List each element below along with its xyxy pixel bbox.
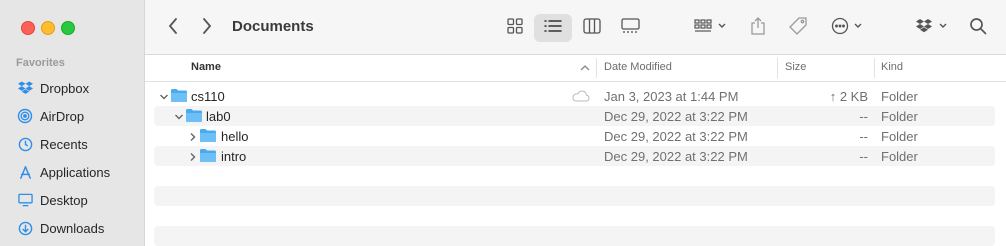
ellipsis-circle-icon: [831, 17, 863, 40]
empty-row: [154, 206, 995, 226]
table-row[interactable]: cs110 Jan 3, 2023 at 1:44 PM ↑ 2 KB Fold…: [154, 86, 995, 106]
disclosure-chevron-down-icon[interactable]: [174, 110, 184, 120]
column-size[interactable]: Size: [785, 61, 806, 73]
icloud-icon: [572, 90, 590, 105]
row-date-modified: Dec 29, 2022 at 3:22 PM: [604, 109, 748, 124]
column-name[interactable]: Name: [191, 61, 221, 73]
folder-icon: [199, 148, 217, 163]
sidebar-item-downloads[interactable]: Downloads: [17, 216, 141, 240]
row-size: --: [859, 129, 868, 144]
gallery-view-button[interactable]: [615, 14, 645, 42]
list-icon: [544, 19, 562, 38]
desktop-icon: [17, 192, 33, 208]
row-date-modified: Dec 29, 2022 at 3:22 PM: [604, 149, 748, 164]
row-name: lab0: [206, 109, 231, 124]
clock-icon: [17, 136, 33, 152]
table-row[interactable]: lab0 Dec 29, 2022 at 3:22 PM -- Folder: [154, 106, 995, 126]
action-menu-button[interactable]: [829, 14, 865, 42]
sidebar-item-label: Downloads: [40, 220, 105, 236]
share-button[interactable]: [746, 14, 770, 42]
column-divider[interactable]: [596, 58, 597, 78]
columns-icon: [583, 17, 601, 39]
sidebar-item-label: Recents: [40, 136, 88, 152]
row-kind: Folder: [881, 89, 918, 104]
group-grid-icon: [694, 18, 726, 38]
dropbox-menu-button[interactable]: [913, 14, 951, 42]
table-row[interactable]: hello Dec 29, 2022 at 3:22 PM -- Folder: [154, 126, 995, 146]
airdrop-icon: [17, 108, 33, 124]
column-divider[interactable]: [874, 58, 875, 78]
row-name: cs110: [191, 89, 225, 104]
chevron-left-icon: [168, 17, 178, 39]
toolbar: Documents: [145, 0, 1006, 55]
folder-icon: [199, 128, 217, 143]
list-view-button[interactable]: [534, 14, 572, 42]
finder-window: Favorites Dropbox AirDrop Recents Applic…: [0, 0, 1006, 246]
empty-row: [154, 226, 995, 246]
chevron-right-icon: [202, 17, 212, 39]
zoom-window-button[interactable]: [61, 21, 75, 35]
column-divider[interactable]: [777, 58, 778, 78]
search-icon: [969, 17, 987, 40]
minimize-window-button[interactable]: [41, 21, 55, 35]
grid-icon: [507, 17, 523, 39]
disclosure-chevron-down-icon[interactable]: [159, 90, 169, 100]
sidebar: Favorites Dropbox AirDrop Recents Applic…: [0, 0, 145, 246]
column-view-button[interactable]: [577, 14, 607, 42]
close-window-button[interactable]: [21, 21, 35, 35]
row-kind: Folder: [881, 109, 918, 124]
search-button[interactable]: [965, 14, 991, 42]
sidebar-item-label: Applications: [40, 164, 111, 180]
disclosure-chevron-right-icon[interactable]: [188, 150, 198, 161]
row-name: intro: [221, 149, 247, 164]
dropbox-icon: [915, 18, 949, 39]
sidebar-item-label: Dropbox: [40, 80, 90, 96]
forward-button[interactable]: [197, 14, 217, 42]
folder-icon: [185, 108, 203, 123]
share-icon: [750, 16, 766, 40]
row-size: --: [859, 109, 868, 124]
applications-icon: [17, 164, 33, 180]
back-button[interactable]: [163, 14, 183, 42]
sort-chevron-up-icon: [580, 62, 590, 74]
sidebar-item-dropbox[interactable]: Dropbox: [17, 76, 141, 100]
column-kind[interactable]: Kind: [881, 61, 903, 73]
disclosure-chevron-right-icon[interactable]: [188, 130, 198, 141]
gallery-icon: [620, 17, 640, 39]
table-row[interactable]: intro Dec 29, 2022 at 3:22 PM -- Folder: [154, 146, 995, 166]
row-name: hello: [221, 129, 249, 144]
empty-row: [154, 166, 995, 186]
sidebar-item-label: Desktop: [40, 192, 88, 208]
row-kind: Folder: [881, 149, 918, 164]
folder-icon: [170, 88, 188, 103]
file-list: cs110 Jan 3, 2023 at 1:44 PM ↑ 2 KB Fold…: [145, 86, 1006, 246]
sidebar-item-recents[interactable]: Recents: [17, 132, 141, 156]
empty-row: [154, 186, 995, 206]
tag-icon: [788, 16, 808, 41]
sidebar-item-applications[interactable]: Applications: [17, 160, 141, 184]
tags-button[interactable]: [785, 14, 811, 42]
column-header: Name Date Modified Size Kind: [145, 55, 1006, 82]
row-kind: Folder: [881, 129, 918, 144]
sidebar-item-desktop[interactable]: Desktop: [17, 188, 141, 212]
row-size: ↑ 2 KB: [829, 89, 868, 104]
row-date-modified: Dec 29, 2022 at 3:22 PM: [604, 129, 748, 144]
download-icon: [17, 220, 33, 236]
dropbox-icon: [17, 80, 33, 96]
column-date-modified[interactable]: Date Modified: [604, 61, 672, 73]
sidebar-item-label: AirDrop: [40, 108, 85, 124]
row-size: --: [859, 149, 868, 164]
row-date-modified: Jan 3, 2023 at 1:44 PM: [604, 89, 739, 104]
sidebar-section-title: Favorites: [16, 57, 65, 69]
icon-view-button[interactable]: [500, 14, 530, 42]
sidebar-item-airdrop[interactable]: AirDrop: [17, 104, 141, 128]
window-title: Documents: [232, 18, 314, 35]
group-by-button[interactable]: [690, 14, 730, 42]
